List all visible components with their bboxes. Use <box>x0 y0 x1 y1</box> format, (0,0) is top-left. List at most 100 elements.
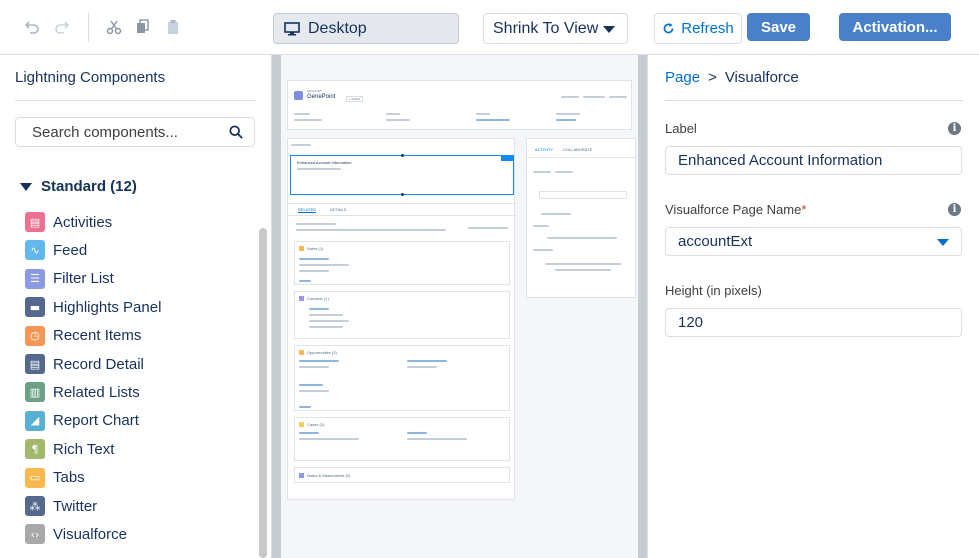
component-label: Rich Text <box>53 440 115 458</box>
field-value <box>476 119 510 121</box>
related-card-title: Notes (1) <box>307 246 324 251</box>
header-action <box>561 96 579 98</box>
breadcrumb-separator: > <box>708 69 717 86</box>
component-label: Recent Items <box>53 327 142 345</box>
vf-page-name-select[interactable]: accountExt <box>665 227 962 256</box>
undo-icon[interactable] <box>22 17 42 37</box>
view-mode-select[interactable]: Shrink To View <box>483 13 628 44</box>
main-column[interactable]: Enhanced Account Information RELATED DET… <box>287 138 516 500</box>
paste-icon[interactable] <box>163 17 183 37</box>
component-label: Feed <box>53 241 88 259</box>
properties-panel: Page > Visualforce Label i Enhanced Acco… <box>647 55 979 558</box>
field-label <box>556 113 580 115</box>
label-field-label: Label <box>665 121 697 136</box>
vf-title: Enhanced Account Information <box>297 160 352 165</box>
related-card-notes[interactable]: Notes (1) <box>294 241 510 285</box>
standard-section-toggle[interactable]: Standard (12) <box>20 178 137 195</box>
device-selector-button[interactable]: Desktop <box>273 13 459 44</box>
info-icon[interactable]: i <box>948 122 961 135</box>
component-item-report-chart[interactable]: ◢ Report Chart <box>25 410 139 432</box>
tab-collaborate[interactable]: COLLABORATE <box>563 147 592 152</box>
component-label: Twitter <box>53 497 98 515</box>
account-icon <box>294 91 303 100</box>
record-detail-icon: ▤ <box>25 354 45 374</box>
vf-page-name-value: accountExt <box>678 233 753 250</box>
tabs-icon: ▭ <box>25 467 45 488</box>
tab-details[interactable]: DETAILS <box>330 207 346 212</box>
field-value <box>556 119 576 121</box>
component-label: Filter List <box>53 270 114 288</box>
refresh-button[interactable]: Refresh <box>654 13 742 44</box>
sidebar-scrollbar[interactable] <box>259 228 267 558</box>
related-card-title: Opportunities (3) <box>307 350 337 355</box>
vf-content-line <box>297 168 341 170</box>
component-item-tabs[interactable]: ▭ Tabs <box>25 467 85 489</box>
component-item-highlights-panel[interactable]: ▬ Highlights Panel <box>25 296 161 318</box>
field-label <box>294 113 310 115</box>
component-label: Visualforce <box>53 525 127 543</box>
visualforce-component-selected[interactable]: Enhanced Account Information <box>290 154 514 196</box>
height-input[interactable]: 120 <box>665 308 962 337</box>
feed-icon: ∿ <box>25 240 45 261</box>
component-handle[interactable] <box>501 156 513 161</box>
view-mode-value: Shrink To View <box>493 19 599 37</box>
header-action <box>583 96 605 98</box>
recent-items-icon: ◷ <box>25 325 45 346</box>
component-item-rich-text[interactable]: ¶ Rich Text <box>25 438 114 460</box>
activity-column[interactable]: ACTIVITY COLLABORATE <box>526 138 637 298</box>
follow-button[interactable]: + Follow <box>346 96 364 102</box>
account-name: GenePoint <box>307 94 336 100</box>
field-value <box>386 119 410 121</box>
component-item-record-detail[interactable]: ▤ Record Detail <box>25 353 144 375</box>
info-icon[interactable]: i <box>948 203 961 216</box>
page-canvas: ACCOUNT GenePoint + Follow Enhanced Acco… <box>272 55 647 558</box>
search-icon[interactable] <box>229 125 243 144</box>
header-action <box>609 96 627 98</box>
components-sidebar: Lightning Components Search components..… <box>0 55 272 558</box>
related-card-contacts[interactable]: Contacts (1) <box>294 291 510 339</box>
save-button[interactable]: Save <box>747 13 810 41</box>
field-label <box>476 113 490 115</box>
tab-activity[interactable]: ACTIVITY <box>535 147 553 152</box>
component-item-feed[interactable]: ∿ Feed <box>25 239 87 261</box>
component-label: Tabs <box>53 469 85 487</box>
related-card-cases[interactable]: Cases (2) <box>294 417 510 461</box>
height-input-value: 120 <box>678 314 704 331</box>
copy-icon[interactable] <box>133 17 153 37</box>
related-lists-icon: ▥ <box>25 382 45 403</box>
breadcrumb-page-link[interactable]: Page <box>665 69 700 86</box>
toolbar-divider <box>88 12 89 42</box>
chevron-down-icon <box>20 182 32 191</box>
page-preview[interactable]: ACCOUNT GenePoint + Follow Enhanced Acco… <box>281 55 638 558</box>
sidebar-title: Lightning Components <box>15 69 166 86</box>
component-item-filter-list[interactable]: ☰ Filter List <box>25 268 114 290</box>
vf-component-label <box>291 144 311 146</box>
component-item-activities[interactable]: ▤ Activities <box>25 211 112 233</box>
breadcrumb-current: Visualforce <box>724 69 799 86</box>
activation-button[interactable]: Activation... <box>839 13 951 41</box>
twitter-signin <box>468 227 508 229</box>
related-card-opportunities[interactable]: Opportunities (3) <box>294 345 510 411</box>
device-label: Desktop <box>308 19 367 37</box>
component-item-twitter[interactable]: ⁂ Twitter <box>25 495 97 517</box>
component-item-related-lists[interactable]: ▥ Related Lists <box>25 381 140 403</box>
component-item-visualforce[interactable]: ‹› Visualforce <box>25 523 127 545</box>
cut-icon[interactable] <box>104 17 124 37</box>
highlights-panel-icon: ▬ <box>25 297 45 318</box>
related-card-attachments[interactable]: Notes & Attachments (0) <box>294 467 510 483</box>
redo-icon[interactable] <box>52 17 72 37</box>
resize-handle-top[interactable] <box>401 154 404 157</box>
component-label: Record Detail <box>53 355 144 373</box>
field-label <box>386 113 400 115</box>
related-card-title: Contacts (1) <box>307 296 329 301</box>
tab-related[interactable]: RELATED <box>298 207 317 213</box>
related-card-title: Cases (2) <box>307 422 325 427</box>
resize-handle-bottom[interactable] <box>401 193 404 196</box>
visualforce-icon: ‹› <box>25 524 45 545</box>
refresh-icon <box>663 22 674 34</box>
component-item-recent-items[interactable]: ◷ Recent Items <box>25 325 141 347</box>
activities-icon: ▤ <box>25 212 45 232</box>
search-input[interactable]: Search components... <box>15 117 255 147</box>
record-header-card[interactable]: ACCOUNT GenePoint + Follow <box>287 80 632 130</box>
label-input[interactable]: Enhanced Account Information <box>665 146 962 175</box>
